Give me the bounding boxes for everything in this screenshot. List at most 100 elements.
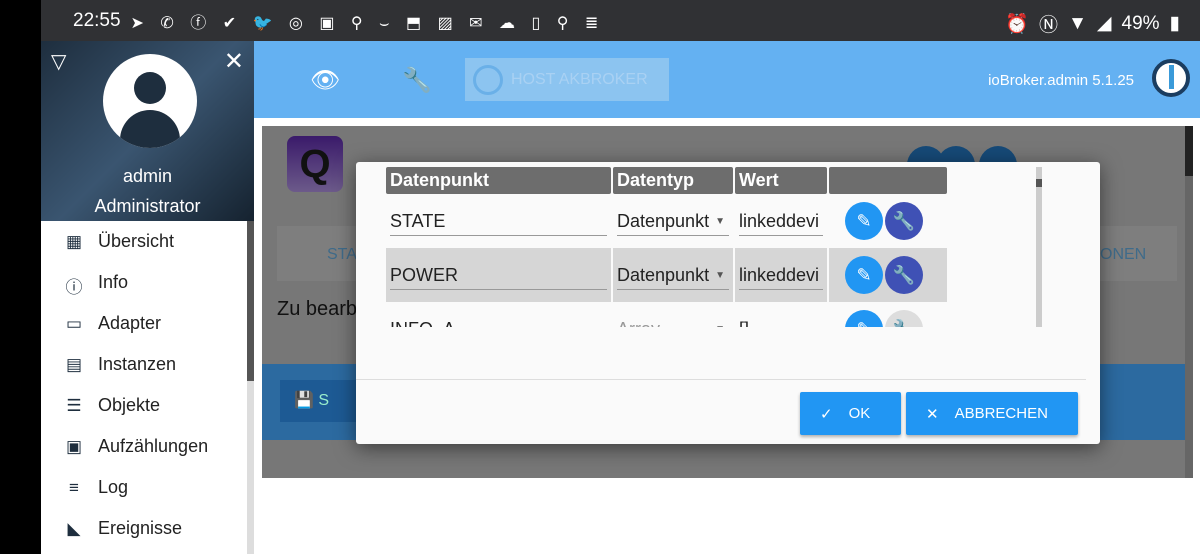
- save-icon: 💾: [294, 392, 314, 409]
- sidebar-item-4[interactable]: ☰ Objekte: [41, 385, 254, 426]
- user-role: Administrator: [94, 196, 201, 216]
- table-row: INFO_A Array ▼ [] ✎🔧: [386, 302, 947, 327]
- dropdown-arrow-icon: ▼: [715, 216, 725, 227]
- row-actions: ✎🔧: [829, 248, 947, 302]
- ok-button[interactable]: ✓ OK: [800, 392, 901, 435]
- value-field[interactable]: linkeddevi: [735, 194, 827, 248]
- sidebar-item-label: Übersicht: [98, 231, 175, 251]
- name-field[interactable]: STATE: [386, 194, 611, 248]
- sidebar: ▽ ✕ admin Administrator ▦ Übersicht ⓘ Info ▭…: [41, 41, 254, 554]
- name-value: POWER: [390, 264, 459, 285]
- wrench-icon[interactable]: 🔧: [885, 202, 923, 240]
- table-row: POWER Datenpunkt ▼ linkeddevi ✎ 🔧: [386, 248, 947, 302]
- ok-label: OK: [848, 405, 871, 422]
- close-icon[interactable]: ✕: [224, 47, 244, 76]
- col-datentyp: Datentyp: [613, 167, 733, 194]
- screen-edge: [0, 0, 41, 554]
- name-field[interactable]: INFO_A: [386, 302, 611, 328]
- iobroker-logo: [1152, 59, 1190, 97]
- top-bar: 👁 🔧 HOST AKBROKER ioBroker.admin 5.1.25: [254, 41, 1200, 118]
- value-text: linkeddevi: [739, 210, 820, 231]
- check-icon: ✓: [820, 405, 833, 423]
- alarm-icon: ⏰: [1005, 13, 1030, 35]
- menu-icon: ⓘ: [65, 277, 83, 297]
- row-actions: ✎🔧: [829, 302, 947, 327]
- divider: [356, 379, 1086, 380]
- menu-icon: ☰: [66, 395, 82, 415]
- iobroker-logo-icon: [473, 64, 503, 95]
- sidebar-item-7[interactable]: ◣ Ereignisse: [41, 508, 254, 549]
- cancel-button[interactable]: ✕ ABBRECHEN: [906, 392, 1078, 435]
- menu-icon: ▭: [65, 313, 83, 333]
- col-wert: Wert: [735, 167, 827, 194]
- wifi-icon: ▼: [1068, 12, 1087, 34]
- signal-icon: ◢: [1096, 13, 1112, 34]
- sidebar-item-label: Instanzen: [98, 354, 177, 374]
- close-icon: ✕: [926, 405, 939, 423]
- sidebar-item-label: Log: [98, 477, 129, 497]
- menu-icon: ▤: [65, 354, 83, 374]
- value-field[interactable]: []: [735, 302, 827, 328]
- sidebar-item-3[interactable]: ▤ Instanzen: [41, 344, 254, 385]
- collapse-triangle-icon[interactable]: ▽: [51, 49, 66, 74]
- sidebar-item-2[interactable]: ▭ Adapter: [41, 303, 254, 344]
- sidebar-item-6[interactable]: ≡ Log: [41, 467, 254, 508]
- sidebar-item-5[interactable]: ▣ Aufzählungen: [41, 426, 254, 467]
- host-label: HOST AKBROKER: [511, 70, 648, 88]
- host-button[interactable]: HOST AKBROKER: [465, 58, 669, 101]
- col-actions: [829, 167, 947, 194]
- user-panel: ▽ ✕ admin Administrator: [41, 41, 254, 221]
- type-select[interactable]: Datenpunkt ▼: [613, 194, 733, 248]
- save-label: S: [318, 392, 330, 409]
- wrench-icon[interactable]: 🔧: [885, 256, 923, 294]
- value-text: []: [739, 319, 749, 328]
- value-field[interactable]: linkeddevi: [735, 248, 827, 302]
- datapoint-table: Datenpunkt Datentyp Wert STATE Datenpunk…: [384, 167, 949, 327]
- type-value: Array: [617, 319, 660, 328]
- adapter-logo: Q: [287, 136, 343, 192]
- notification-icons: ➤ ✆ ⓕ ✔ 🐦 ◎ ▣ ⚲ ⌣ ⬒ ▨ ✉ ☁ ▯ ⚲ ≣: [130, 14, 605, 32]
- menu-icon: ▣: [65, 436, 83, 456]
- wrench-icon[interactable]: 🔧: [402, 66, 432, 95]
- edit-pencil-icon[interactable]: ✎: [845, 202, 883, 240]
- sidebar-item-1[interactable]: ⓘ Info: [41, 262, 254, 303]
- status-bar: 22:55 ➤ ✆ ⓕ ✔ 🐦 ◎ ▣ ⚲ ⌣ ⬒ ▨ ✉ ☁ ▯ ⚲ ≣ ⏰ …: [41, 0, 1200, 41]
- nfc-icon: Ⓝ: [1039, 15, 1059, 36]
- type-select[interactable]: Array ▼: [613, 302, 733, 328]
- eye-icon[interactable]: 👁: [310, 66, 340, 95]
- avatar: [103, 54, 197, 148]
- col-datenpunkt: Datenpunkt: [386, 167, 611, 194]
- name-field[interactable]: POWER: [386, 248, 611, 302]
- clock: 22:55: [73, 9, 121, 31]
- name-value: INFO_A: [390, 319, 455, 328]
- sidebar-item-label: Aufzählungen: [98, 436, 209, 456]
- menu-icon: ≡: [69, 477, 79, 497]
- type-select[interactable]: Datenpunkt ▼: [613, 248, 733, 302]
- tab-state[interactable]: STA: [327, 246, 357, 264]
- type-value: Datenpunkt: [617, 264, 710, 285]
- sidebar-item-0[interactable]: ▦ Übersicht: [41, 221, 254, 262]
- sidebar-item-label: Ereignisse: [98, 518, 183, 538]
- value-text: linkeddevi: [739, 264, 820, 285]
- menu-icon: ▦: [65, 231, 83, 251]
- sidebar-item-label: Adapter: [98, 313, 162, 333]
- edit-pencil-icon[interactable]: ✎: [845, 256, 883, 294]
- username: admin: [122, 166, 173, 186]
- edit-pencil-icon[interactable]: ✎: [845, 310, 883, 327]
- tab-options[interactable]: ONEN: [1100, 246, 1146, 264]
- sidebar-item-label: Info: [98, 272, 129, 292]
- edit-text: Zu bearb: [277, 298, 358, 320]
- battery-percent: 49%: [1121, 12, 1160, 34]
- dialog-scrollbar[interactable]: [1036, 167, 1042, 327]
- name-value: STATE: [390, 210, 446, 231]
- battery-icon: ▮: [1169, 13, 1180, 34]
- dropdown-arrow-icon: ▼: [715, 324, 725, 327]
- sidebar-scrollbar[interactable]: [247, 221, 254, 554]
- cancel-label: ABBRECHEN: [954, 405, 1048, 422]
- wrench-icon[interactable]: 🔧: [885, 310, 923, 327]
- content-scrollbar[interactable]: [1185, 126, 1193, 478]
- type-value: Datenpunkt: [617, 210, 710, 231]
- menu-icon: ◣: [67, 518, 81, 538]
- sidebar-item-label: Objekte: [98, 395, 161, 415]
- datapoint-dialog: Datenpunkt Datentyp Wert STATE Datenpunk…: [356, 162, 1100, 444]
